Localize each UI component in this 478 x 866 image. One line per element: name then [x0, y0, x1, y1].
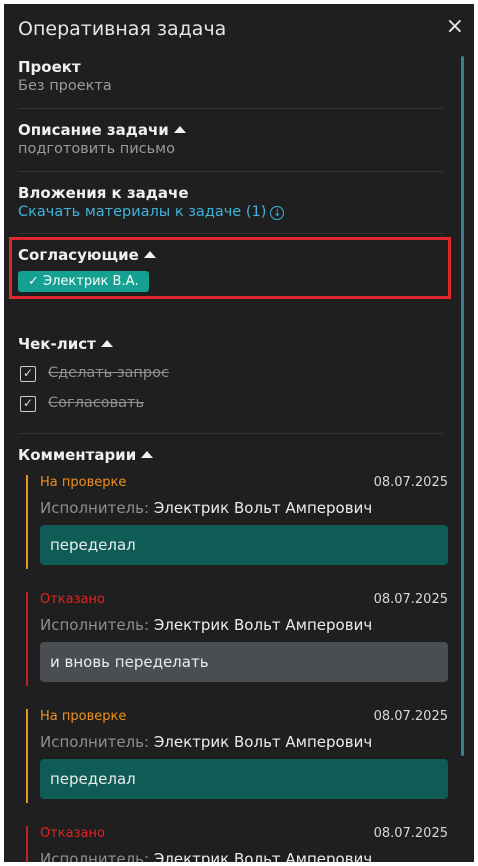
comment-text: и вновь переделать — [40, 642, 448, 682]
approver-chip[interactable]: ✓ Электрик В.А. — [18, 271, 149, 292]
approvers-header[interactable]: Согласующие — [18, 246, 444, 264]
description-section: Описание задачи подготовить письмо — [18, 121, 444, 157]
executor-prefix: Исполнитель: — [40, 499, 150, 517]
collapse-caret-icon[interactable] — [143, 251, 156, 258]
checkbox-checked[interactable]: ✓ — [20, 366, 36, 382]
comment-text: переделал — [40, 525, 448, 565]
checkbox-checked[interactable]: ✓ — [20, 396, 36, 412]
executor-name: Электрик Вольт Амперович — [153, 850, 373, 862]
close-icon[interactable]: × — [446, 16, 464, 38]
comment-executor: Исполнитель: Электрик Вольт Амперович — [40, 733, 372, 751]
scrollbar[interactable] — [461, 56, 464, 756]
project-section: Проект Без проекта — [18, 58, 444, 94]
status-bar — [26, 709, 28, 803]
comments-section: Комментарии — [18, 446, 444, 464]
comment-status: На проверке — [40, 709, 127, 724]
comment-status: Отказано — [40, 592, 105, 607]
description-value: подготовить письмо — [18, 141, 175, 157]
status-bar — [26, 826, 28, 862]
comment-date: 08.07.2025 — [373, 709, 448, 724]
comments-label: Комментарии — [18, 446, 137, 464]
checklist-item-text: Сделать запрос — [48, 365, 169, 381]
task-panel: Оперативная задача × Проект Без проекта … — [4, 4, 474, 862]
attachments-section: Вложения к задаче Скачать материалы к за… — [18, 184, 444, 220]
checklist-section: Чек-лист — [18, 335, 444, 353]
executor-prefix: Исполнитель: — [40, 616, 150, 634]
project-label: Проект — [18, 58, 81, 76]
comment-date: 08.07.2025 — [373, 826, 448, 841]
status-bar — [26, 475, 28, 569]
description-label: Описание задачи — [18, 121, 169, 139]
divider — [18, 433, 444, 434]
attachments-label: Вложения к задаче — [18, 184, 189, 202]
divider — [18, 171, 444, 172]
comment-executor: Исполнитель: Электрик Вольт Амперович — [40, 616, 372, 634]
comment-status: На проверке — [40, 475, 127, 490]
checklist-item-text: Согласовать — [48, 395, 145, 411]
comment-executor: Исполнитель: Электрик Вольт Амперович — [40, 499, 372, 517]
collapse-caret-icon[interactable] — [173, 126, 186, 133]
comment-date: 08.07.2025 — [373, 592, 448, 607]
checklist-header[interactable]: Чек-лист — [18, 335, 444, 353]
status-bar — [26, 592, 28, 686]
description-header[interactable]: Описание задачи — [18, 121, 444, 139]
comment-text: переделал — [40, 759, 448, 799]
collapse-caret-icon[interactable] — [100, 340, 113, 347]
approvers-section: Согласующие ✓ Электрик В.А. — [18, 246, 444, 292]
comment-status: Отказано — [40, 826, 105, 841]
comment-executor: Исполнитель: Электрик Вольт Амперович — [40, 850, 372, 862]
divider — [18, 108, 444, 109]
approvers-label: Согласующие — [18, 246, 139, 264]
download-icon[interactable]: ↓ — [270, 206, 285, 220]
collapse-caret-icon[interactable] — [141, 451, 154, 458]
project-value: Без проекта — [18, 78, 112, 94]
executor-prefix: Исполнитель: — [40, 850, 150, 862]
download-link-text[interactable]: Скачать материалы к задаче (1) — [18, 204, 266, 220]
divider — [18, 233, 444, 234]
comments-header[interactable]: Комментарии — [18, 446, 444, 464]
download-materials-link[interactable]: Скачать материалы к задаче (1) ↓ — [18, 204, 444, 220]
executor-name: Электрик Вольт Амперович — [153, 616, 373, 634]
executor-name: Электрик Вольт Амперович — [153, 733, 373, 751]
checklist-label: Чек-лист — [18, 335, 96, 353]
executor-name: Электрик Вольт Амперович — [153, 499, 373, 517]
panel-title: Оперативная задача — [18, 18, 227, 40]
executor-prefix: Исполнитель: — [40, 733, 150, 751]
comment-date: 08.07.2025 — [373, 475, 448, 490]
